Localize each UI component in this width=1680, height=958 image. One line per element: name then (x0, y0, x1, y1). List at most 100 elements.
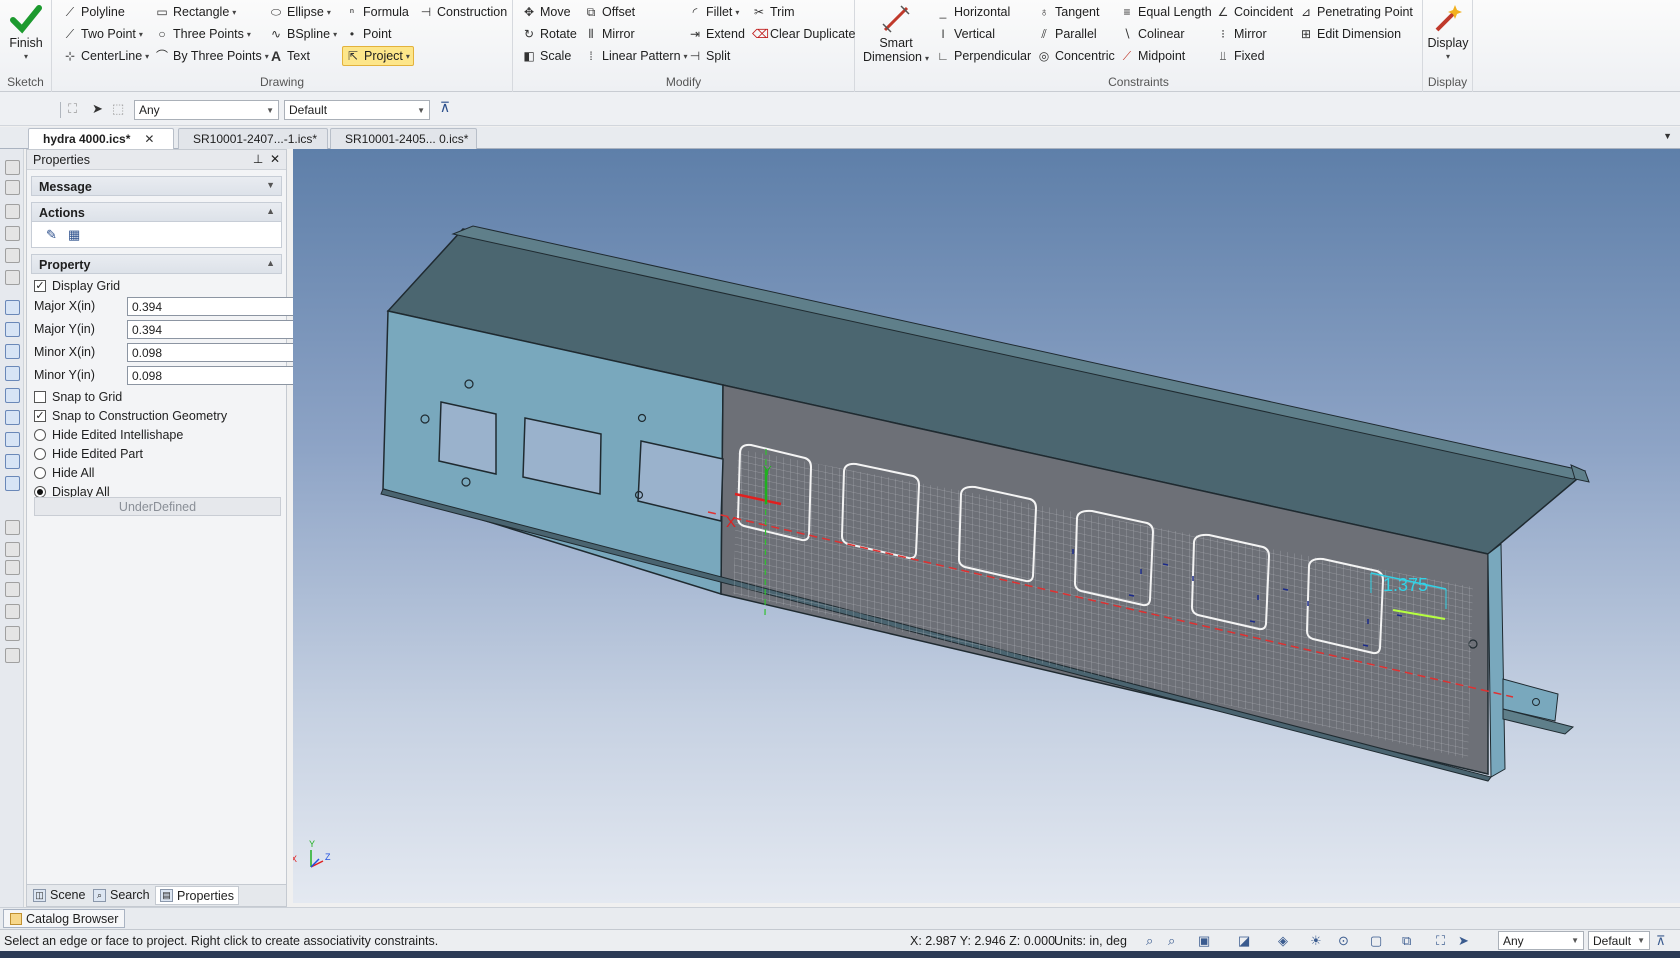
text-button[interactable]: A Text (266, 46, 313, 66)
status-filter-combo[interactable]: Any ▼ (1498, 931, 1584, 950)
3d-viewport[interactable]: X Y 1.375 X Y Z (293, 149, 1680, 903)
tangent-button[interactable]: ♁ Tangent (1034, 2, 1102, 22)
tab-properties[interactable]: ▤ Properties (155, 886, 239, 905)
major-y-field[interactable]: 0.394 (127, 320, 309, 339)
cursor-icon[interactable]: ➤ (1458, 933, 1469, 949)
edit-dimension-button[interactable]: ⊞ Edit Dimension (1296, 24, 1404, 44)
hide-intellishape-radio[interactable]: Hide Edited Intellishape (34, 428, 183, 442)
display-button[interactable]: Display ▾ (1427, 2, 1469, 64)
display-grid-checkbox[interactable]: ✓ Display Grid (34, 279, 120, 293)
move-button[interactable]: ✥ Move (519, 2, 574, 22)
select-filter-icon[interactable]: ⛶ (1436, 933, 1445, 949)
coincident-button[interactable]: ∠ Coincident (1213, 2, 1296, 22)
strip-tool-icon[interactable] (5, 626, 20, 641)
zoom-area-icon[interactable]: ⌕ (1168, 933, 1175, 949)
hide-part-radio[interactable]: Hide Edited Part (34, 447, 143, 461)
close-icon[interactable]: ✕ (270, 152, 280, 166)
zoom-icon[interactable]: ⌕ (1146, 933, 1153, 949)
section-icon[interactable]: ◈ (1278, 933, 1288, 949)
vertical-button[interactable]: ǀ Vertical (933, 24, 998, 44)
colinear-button[interactable]: ∖ Colinear (1117, 24, 1188, 44)
strip-tool-icon[interactable] (5, 520, 20, 535)
pin-icon[interactable]: ⊥ (253, 152, 263, 166)
close-icon[interactable]: ✕ (144, 132, 154, 146)
strip-tool-icon[interactable] (5, 366, 20, 381)
bspline-button[interactable]: ∿ BSpline ▾ (266, 24, 340, 44)
scale-button[interactable]: ◧ Scale (519, 46, 574, 66)
select-filter-icon[interactable]: ⛶ (68, 101, 77, 117)
table-action-icon[interactable]: ▦ (68, 227, 80, 243)
strip-tool-icon[interactable] (5, 432, 20, 447)
ellipse-button[interactable]: ⬭ Ellipse ▾ (266, 2, 334, 22)
fillet-button[interactable]: ◜ Fillet ▾ (685, 2, 742, 22)
strip-tool-icon[interactable] (5, 270, 20, 285)
mirror-constraint-button[interactable]: ⁝ Mirror (1213, 24, 1270, 44)
fixed-button[interactable]: ⫫ Fixed (1213, 46, 1268, 66)
strip-tool-icon[interactable] (5, 648, 20, 663)
snap-construction-checkbox[interactable]: ✓ Snap to Construction Geometry (34, 409, 227, 423)
strip-tool-icon[interactable] (5, 248, 20, 263)
render-mode-icon[interactable]: ◪ (1238, 933, 1250, 949)
tab-list-chevron-icon[interactable]: ▼ (1663, 131, 1672, 141)
strip-tool-icon[interactable] (5, 454, 20, 469)
box-select-icon[interactable]: ⬚ (112, 101, 124, 117)
status-style-combo[interactable]: Default ▼ (1588, 931, 1650, 950)
clear-duplicate-button[interactable]: ⌫ Clear Duplicate (749, 24, 858, 44)
hierarchy-icon[interactable]: ⊼ (1656, 933, 1666, 949)
smart-dimension-button[interactable]: Smart Dimension ▾ (861, 2, 931, 66)
rotate-button[interactable]: ↻ Rotate (519, 24, 580, 44)
horizontal-button[interactable]: _ Horizontal (933, 2, 1013, 22)
minor-y-field[interactable]: 0.098 (127, 366, 309, 385)
strip-tool-icon[interactable] (5, 542, 20, 557)
equal-length-button[interactable]: ≡ Equal Length (1117, 2, 1215, 22)
style-combo[interactable]: Default ▼ (284, 100, 430, 120)
construction-button[interactable]: ⊣ Construction (416, 2, 510, 22)
penetrating-point-button[interactable]: ⊿ Penetrating Point (1296, 2, 1416, 22)
point-button[interactable]: • Point (342, 24, 395, 44)
concentric-button[interactable]: ◎ Concentric (1034, 46, 1118, 66)
strip-tool-icon[interactable] (5, 344, 20, 359)
filter-combo[interactable]: Any ▼ (134, 100, 279, 120)
parallel-button[interactable]: ⫽ Parallel (1034, 24, 1100, 44)
strip-tool-icon[interactable] (5, 604, 20, 619)
project-button[interactable]: ⇱ Project ▾ (342, 46, 414, 66)
strip-tool-icon[interactable] (5, 160, 20, 175)
split-button[interactable]: ⊣ Split (685, 46, 733, 66)
tab-search[interactable]: ⌕ Search (93, 888, 150, 902)
view-cube-icon[interactable]: ▣ (1198, 933, 1210, 949)
tab-hydra-4000[interactable]: hydra 4000.ics* ✕ (28, 128, 174, 149)
strip-tool-icon[interactable] (5, 560, 20, 575)
two-point-button[interactable]: ⟋ Two Point ▾ (60, 24, 146, 44)
strip-tool-icon[interactable] (5, 204, 20, 219)
strip-tool-icon[interactable] (5, 322, 20, 337)
actions-section-header[interactable]: Actions ▲ (31, 202, 282, 222)
finish-button[interactable]: Finish ▾ (6, 2, 46, 64)
dimension-value[interactable]: 1.375 (1383, 575, 1428, 595)
extend-button[interactable]: ⇥ Extend (685, 24, 748, 44)
message-section-header[interactable]: Message ▼ (31, 176, 282, 196)
polyline-button[interactable]: ⟋ Polyline (60, 2, 128, 22)
wireframe-icon[interactable]: ▢ (1370, 933, 1382, 949)
strip-tool-icon[interactable] (5, 582, 20, 597)
mirror-modify-button[interactable]: ⫴ Mirror (581, 24, 638, 44)
strip-tool-icon[interactable] (5, 476, 20, 491)
cursor-icon[interactable]: ➤ (92, 101, 103, 117)
strip-tool-icon[interactable] (5, 300, 20, 315)
linear-pattern-button[interactable]: ⁞ Linear Pattern ▾ (581, 46, 691, 66)
strip-tool-icon[interactable] (5, 388, 20, 403)
property-section-header[interactable]: Property ▲ (31, 254, 282, 274)
rectangle-button[interactable]: ▭ Rectangle ▾ (152, 2, 239, 22)
hierarchy-icon[interactable]: ⊼ (436, 99, 454, 117)
offset-button[interactable]: ⧉ Offset (581, 2, 638, 22)
three-points-button[interactable]: ○ Three Points ▾ (152, 24, 254, 44)
trim-button[interactable]: ✂ Trim (749, 2, 798, 22)
centerline-button[interactable]: ⊹ CenterLine ▾ (60, 46, 152, 66)
snap-to-grid-checkbox[interactable]: Snap to Grid (34, 390, 122, 404)
camera-icon[interactable]: ⊙ (1338, 933, 1349, 949)
midpoint-button[interactable]: ⟋ Midpoint (1117, 46, 1188, 66)
tab-scene[interactable]: ◫ Scene (33, 888, 85, 902)
catalog-browser-button[interactable]: Catalog Browser (3, 909, 126, 928)
by-three-points-button[interactable]: ⌒ By Three Points ▾ (152, 46, 272, 66)
edit-action-icon[interactable]: ✎ (46, 227, 57, 243)
tab-sr10001-2407[interactable]: SR10001-2407...-1.ics* (178, 128, 328, 149)
